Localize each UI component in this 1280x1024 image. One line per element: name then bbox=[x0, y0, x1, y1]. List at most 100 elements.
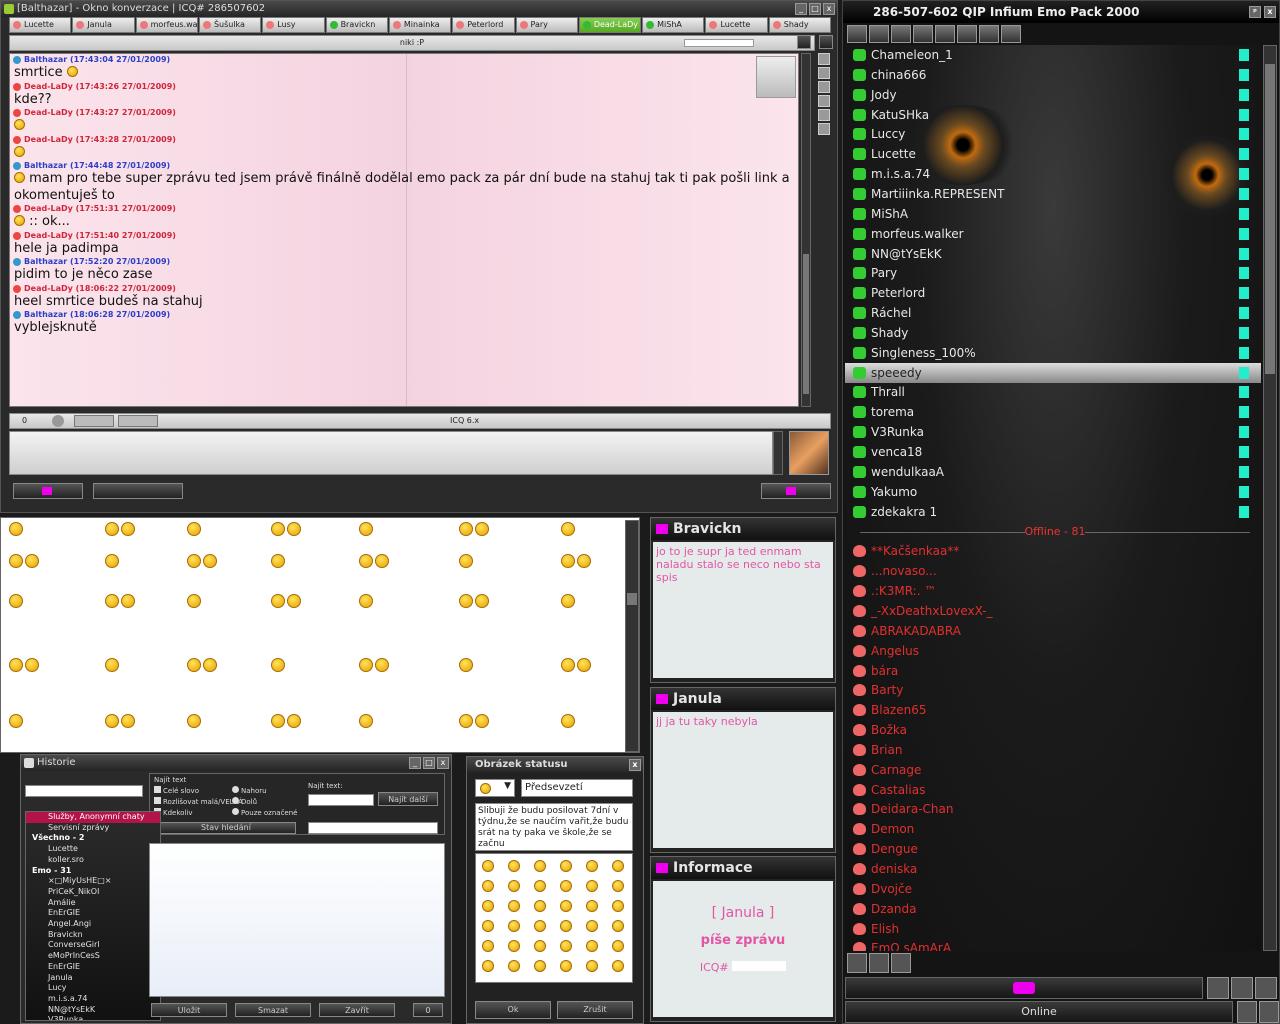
emoticon-item[interactable] bbox=[359, 714, 389, 736]
contact-item[interactable]: morfeus.walker bbox=[845, 224, 1261, 244]
send-button[interactable] bbox=[761, 483, 831, 499]
contact-item[interactable]: Shady bbox=[845, 323, 1261, 343]
status-icon-option[interactable] bbox=[508, 960, 520, 972]
emoticon-item[interactable] bbox=[9, 658, 39, 680]
contact-item[interactable]: Peterlord bbox=[845, 283, 1261, 303]
emoticon-item[interactable] bbox=[9, 594, 39, 616]
close-button[interactable]: x bbox=[823, 3, 835, 15]
contact-item[interactable]: torema bbox=[845, 402, 1261, 422]
settings-icon[interactable] bbox=[818, 123, 830, 135]
contact-item[interactable]: NN@tYsEkK bbox=[845, 244, 1261, 264]
cancel-button[interactable]: Zrušit bbox=[557, 1001, 633, 1019]
emoticon-item[interactable] bbox=[105, 554, 135, 576]
history-tree-item[interactable]: Lucy bbox=[26, 983, 160, 994]
popup-informace[interactable]: Informace [ Janula ] píše zprávu ICQ# bbox=[650, 856, 836, 1022]
contact-item[interactable]: Jody bbox=[845, 85, 1261, 105]
contact-item[interactable]: _-XxDeathxLovexX-_ bbox=[845, 601, 1261, 621]
status-filter-icon[interactable] bbox=[847, 953, 867, 973]
search-option[interactable]: Rozlišovat malá/VELKÁ bbox=[154, 797, 243, 808]
chat-tab[interactable]: Minainka bbox=[388, 17, 452, 33]
history-tree-item[interactable]: Amálie bbox=[26, 898, 160, 909]
emoticon-item[interactable] bbox=[187, 522, 217, 544]
history-contact-tree[interactable]: Služby, Anonymní chaty Servisní zprávy Vše… bbox=[25, 811, 161, 1021]
contact-item[interactable]: Martiiinka.REPRESENT bbox=[845, 184, 1261, 204]
emoticon-item[interactable] bbox=[459, 554, 489, 576]
history-tree-item[interactable]: Emo - 31 bbox=[26, 866, 160, 877]
chat-tab[interactable]: morfeus.walker bbox=[135, 17, 198, 33]
message-log[interactable]: Balthazar (17:43:04 27/01/2009) smrtice D… bbox=[9, 53, 799, 407]
contact-item[interactable]: Castalias bbox=[845, 780, 1261, 800]
emoticon-item[interactable] bbox=[459, 594, 489, 616]
status-icon-option[interactable] bbox=[508, 900, 520, 912]
contact-item[interactable]: Pary bbox=[845, 263, 1261, 283]
status-icon-option[interactable] bbox=[560, 940, 572, 952]
history-tree-item[interactable]: Janula bbox=[26, 973, 160, 984]
contact-item[interactable]: Carnage bbox=[845, 760, 1261, 780]
xstatus-button[interactable] bbox=[1237, 1001, 1257, 1023]
input-scrollbar[interactable] bbox=[773, 431, 783, 475]
privacy-button[interactable] bbox=[1259, 1001, 1279, 1023]
offline-group-header[interactable]: Offline - 81 bbox=[855, 525, 1255, 539]
quick-buttons[interactable] bbox=[93, 483, 183, 499]
contact-item[interactable]: china666 bbox=[845, 65, 1261, 85]
emoticon-item[interactable] bbox=[459, 714, 489, 736]
chat-tab[interactable]: MiShA bbox=[642, 17, 705, 33]
contact-item[interactable]: ...novaso... bbox=[845, 561, 1261, 581]
contact-item[interactable]: **Kačšenkaa** bbox=[845, 541, 1261, 561]
tools-button[interactable] bbox=[1207, 977, 1229, 999]
find-next-button[interactable]: Najít další bbox=[378, 792, 438, 806]
status-icon-grid[interactable] bbox=[475, 853, 633, 983]
contact-item[interactable]: Thrall bbox=[845, 382, 1261, 402]
status-icon-option[interactable] bbox=[586, 880, 598, 892]
help-button[interactable] bbox=[1255, 977, 1277, 999]
status-icon-option[interactable] bbox=[534, 960, 546, 972]
detach-button[interactable] bbox=[819, 35, 833, 49]
contact-item[interactable]: zdekakra 1 bbox=[845, 502, 1261, 522]
status-icon-option[interactable] bbox=[482, 920, 494, 932]
popup-bravickn[interactable]: Bravickn jo to je supr ja ted enmam nala… bbox=[650, 517, 836, 683]
popup-janula[interactable]: Janula jj ja tu taky nebyla bbox=[650, 687, 836, 853]
emoticon-item[interactable] bbox=[271, 554, 301, 576]
image-icon[interactable] bbox=[818, 95, 830, 107]
history-tree-item[interactable]: EnErGIE bbox=[26, 962, 160, 973]
close-button[interactable]: x bbox=[1264, 6, 1276, 18]
history-tree-item[interactable]: Všechno - 2 bbox=[26, 833, 160, 844]
history-tree-item[interactable]: ×□MiyUsHE□× bbox=[26, 876, 160, 887]
emoticon-item[interactable] bbox=[359, 594, 389, 616]
history-titlebar[interactable]: Historie _ □ x bbox=[21, 755, 451, 771]
status-icon-option[interactable] bbox=[534, 860, 546, 872]
radio[interactable] bbox=[232, 797, 239, 804]
emoticon-item[interactable] bbox=[187, 554, 217, 576]
emoticon-item[interactable] bbox=[561, 594, 591, 616]
contact-item[interactable]: KatuSHka bbox=[845, 105, 1261, 125]
emoticon-item[interactable] bbox=[271, 522, 301, 544]
menu-icon[interactable] bbox=[847, 25, 867, 43]
history-action-button[interactable]: Zavřít bbox=[319, 1003, 395, 1017]
chat-titlebar[interactable]: [Balthazar] - Okno konverzace | ICQ# 286… bbox=[1, 1, 837, 17]
contact-item[interactable]: MiShA bbox=[845, 204, 1261, 224]
chat-tab[interactable]: Dead-LaDy bbox=[578, 17, 642, 33]
search-option[interactable]: Celé slovo bbox=[154, 786, 243, 797]
close-button[interactable]: x bbox=[629, 759, 641, 771]
checkbox[interactable] bbox=[154, 797, 161, 804]
chat-tab[interactable]: Shady bbox=[768, 17, 832, 33]
log-scrollbar[interactable] bbox=[801, 53, 811, 407]
status-icon-option[interactable] bbox=[508, 920, 520, 932]
contact-list[interactable]: Chameleon_1 china666 Jody KatuSHka Luccy Luce… bbox=[845, 45, 1261, 951]
contact-item[interactable]: m.i.s.a.74 bbox=[845, 164, 1261, 184]
emoticon-item[interactable] bbox=[271, 714, 301, 736]
contact-item[interactable]: Demon bbox=[845, 819, 1261, 839]
status-icon-option[interactable] bbox=[586, 960, 598, 972]
online-filter-icon[interactable] bbox=[891, 953, 911, 973]
history-tree-item[interactable]: Angel.Angi bbox=[26, 919, 160, 930]
radio[interactable] bbox=[232, 786, 239, 793]
status-icon-option[interactable] bbox=[560, 860, 572, 872]
emoticon-item[interactable] bbox=[271, 594, 301, 616]
contact-item[interactable]: deniska bbox=[845, 859, 1261, 879]
emoticon-item[interactable] bbox=[561, 714, 591, 736]
chat-tab[interactable]: Lusy bbox=[262, 17, 325, 33]
status-icon-option[interactable] bbox=[482, 880, 494, 892]
message-input[interactable] bbox=[9, 431, 773, 475]
smiley-icon[interactable] bbox=[818, 53, 830, 65]
status-icon-option[interactable] bbox=[534, 920, 546, 932]
